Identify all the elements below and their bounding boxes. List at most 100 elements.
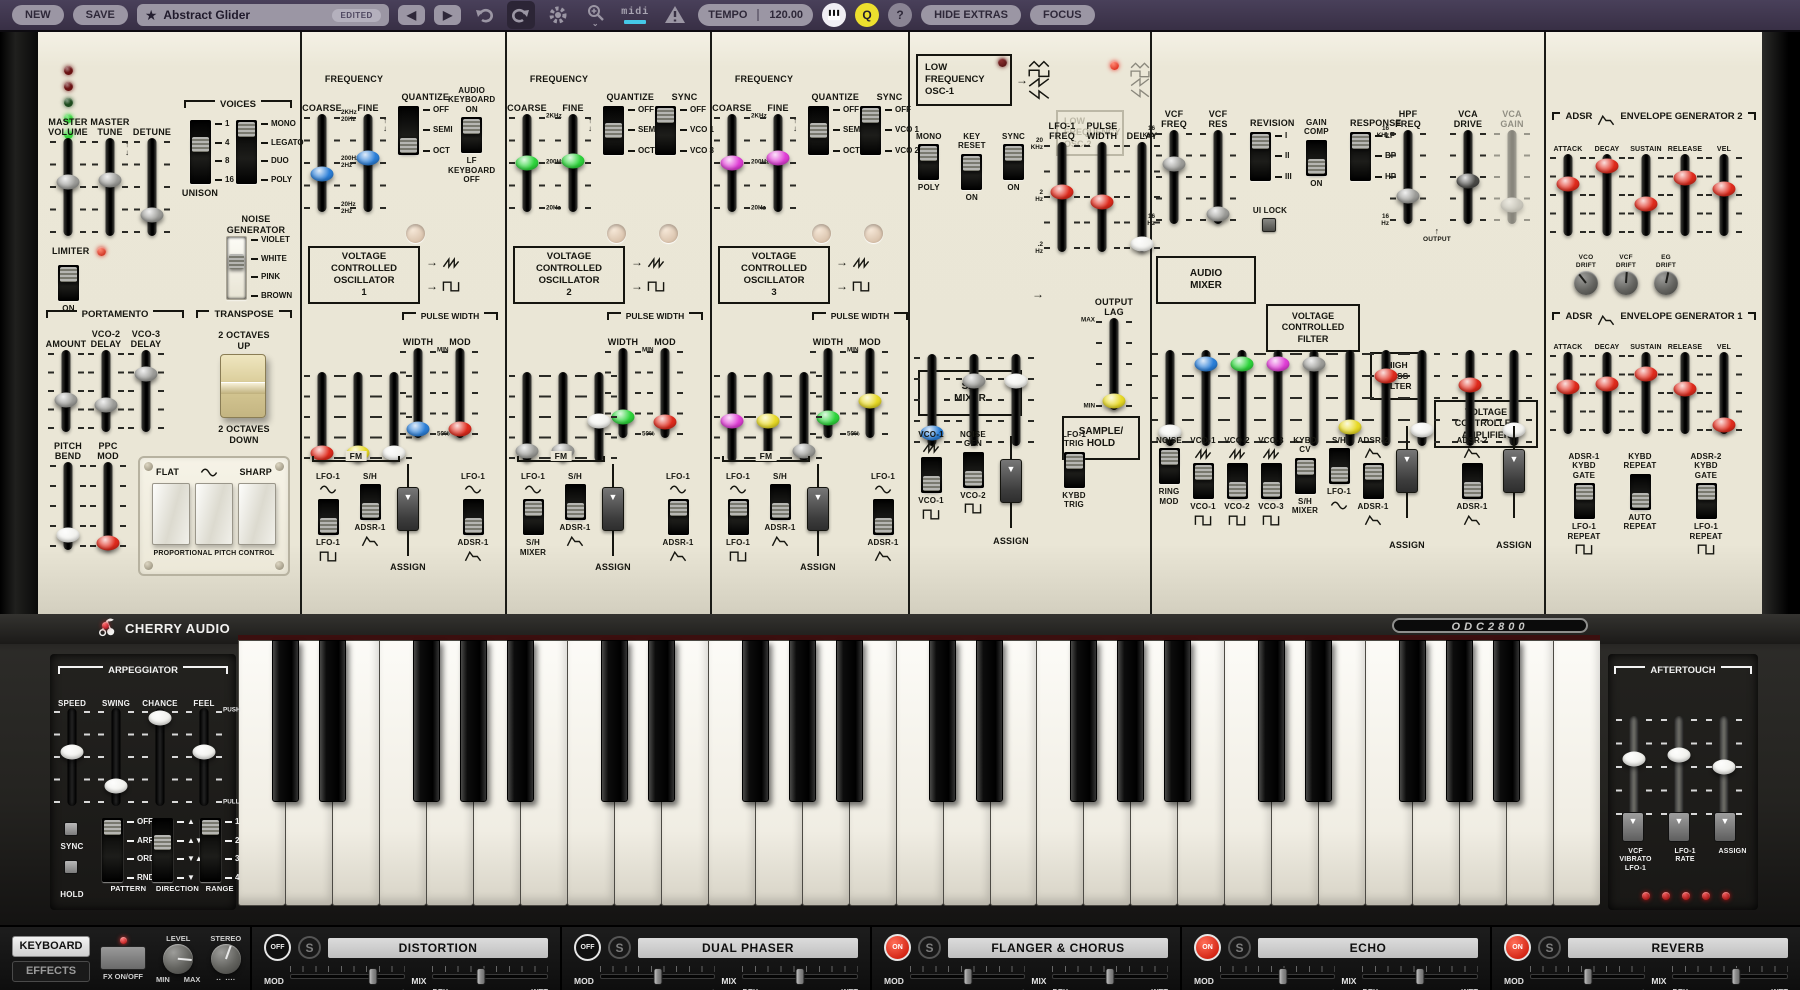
switch-thumb[interactable] <box>1229 482 1246 497</box>
eg-drift-knob[interactable] <box>1654 271 1678 295</box>
slider-track[interactable] <box>1556 355 1580 431</box>
slider-thumb[interactable] <box>859 394 882 409</box>
fx-solo-button[interactable]: S <box>1228 936 1251 959</box>
slider-thumb[interactable] <box>516 156 539 171</box>
slider-track[interactable] <box>1673 157 1697 233</box>
switch-thumb[interactable] <box>1066 454 1083 469</box>
slider-pitch-bend[interactable]: PITCH BEND <box>50 440 86 547</box>
slider-thumb[interactable] <box>95 397 118 412</box>
toggle-switch[interactable] <box>1261 463 1282 499</box>
arp-sync-button[interactable] <box>64 822 78 836</box>
slider-thumb[interactable] <box>963 374 986 389</box>
slider-level[interactable] <box>914 332 950 443</box>
toggle-switch[interactable] <box>1574 483 1595 519</box>
slider-release[interactable]: RELEASE <box>1667 330 1703 431</box>
slider-thumb[interactable] <box>1674 382 1697 397</box>
switch-thumb[interactable] <box>1331 467 1348 482</box>
slider-track[interactable] <box>1456 133 1480 221</box>
vco2-mod3-switch[interactable]: LFO-1ADSR-1 <box>655 472 701 563</box>
slider-level[interactable] <box>1368 328 1404 443</box>
switch-thumb[interactable] <box>670 501 687 516</box>
selector-switch[interactable] <box>398 106 419 155</box>
slider-attack[interactable]: ATTACK <box>1550 132 1586 233</box>
switch-thumb[interactable] <box>1308 159 1325 174</box>
black-key[interactable] <box>413 640 440 802</box>
slider-thumb[interactable] <box>141 207 164 222</box>
toggle-switch[interactable] <box>1630 474 1651 510</box>
slider-level[interactable] <box>1296 328 1332 443</box>
slider-track[interactable] <box>587 375 611 459</box>
black-key[interactable] <box>789 640 816 802</box>
toggle-switch[interactable] <box>873 499 894 535</box>
adsr2-gate-switch[interactable]: ADSR-2 KYBD GATELFO-1 REPEAT <box>1680 452 1732 556</box>
fx-power-button[interactable]: ON <box>1194 934 1221 961</box>
slider-thumb[interactable] <box>99 172 122 187</box>
slider-track[interactable] <box>346 375 370 459</box>
ui-lock-button[interactable] <box>1262 218 1276 232</box>
slider-thumb[interactable] <box>105 779 128 794</box>
slider-attack[interactable]: ATTACK <box>1550 330 1586 431</box>
toggle-switch[interactable] <box>1159 448 1180 484</box>
sh-assign-selector[interactable] <box>999 452 1023 510</box>
slider-track[interactable] <box>94 353 118 429</box>
slider-speed[interactable]: SPEED <box>54 686 90 803</box>
switch-thumb[interactable] <box>923 476 940 491</box>
vco2-mod2-switch[interactable]: S/HADSR-1 <box>555 472 595 548</box>
slider-track[interactable] <box>1712 719 1736 815</box>
switch-thumb[interactable] <box>1632 493 1649 508</box>
lfo-mono-poly-switch[interactable]: MONOPOLY <box>916 132 942 193</box>
switch-thumb[interactable] <box>104 820 121 835</box>
fx-mod-slider[interactable] <box>600 966 716 986</box>
switch-thumb[interactable] <box>1297 460 1314 475</box>
selector-switch[interactable] <box>860 106 881 155</box>
toggle-switch[interactable] <box>1462 463 1483 499</box>
slider-thumb[interactable] <box>1005 374 1028 389</box>
toggle-switch[interactable] <box>461 117 482 153</box>
black-key[interactable] <box>272 640 299 802</box>
preset-display[interactable]: ★ Abstract Glider EDITED <box>137 4 389 26</box>
toggle-switch[interactable] <box>1329 448 1350 484</box>
slider-track[interactable] <box>1158 353 1182 443</box>
switch-thumb[interactable] <box>362 503 379 518</box>
favorite-star-icon[interactable]: ★ <box>145 7 158 24</box>
slider-thumb[interactable] <box>55 393 78 408</box>
slider-thumb[interactable] <box>1457 174 1480 189</box>
slider-level[interactable] <box>1260 328 1296 443</box>
slider-thumb[interactable] <box>357 151 380 166</box>
vco2-sync-switch[interactable]: SYNCOFFVCO 1VCO 3 <box>655 92 714 155</box>
slider-track[interactable]: ↑ ↓ <box>561 117 585 209</box>
limiter-switch[interactable]: ON <box>58 262 79 313</box>
slider-thumb[interactable] <box>721 156 744 171</box>
selector-switch[interactable] <box>190 120 211 184</box>
slider-mod[interactable]: MOD <box>442 326 478 435</box>
slider-feel[interactable]: FEELPUSHPULL <box>186 686 222 803</box>
slider-thumb[interactable] <box>1163 156 1186 171</box>
ppc-sharp-pad[interactable] <box>238 483 276 545</box>
switch-thumb[interactable] <box>463 119 480 134</box>
slider-thumb[interactable] <box>654 415 677 430</box>
fx-mod-slider[interactable] <box>910 966 1026 986</box>
slider-decay[interactable]: DECAY <box>1589 132 1625 233</box>
slider-chance[interactable]: CHANCE <box>142 686 178 803</box>
slider-thumb[interactable] <box>721 414 744 429</box>
switch-thumb[interactable] <box>605 123 622 138</box>
slider-thumb[interactable] <box>1596 159 1619 174</box>
slider-thumb[interactable] <box>1339 419 1362 434</box>
switch-thumb[interactable] <box>154 835 171 850</box>
switch-thumb[interactable] <box>1576 485 1593 500</box>
slider-thumb[interactable] <box>1635 367 1658 382</box>
slider-track[interactable] <box>1004 357 1028 443</box>
level-knob[interactable] <box>163 944 193 974</box>
slider-thumb[interactable] <box>135 367 158 382</box>
vco1-mod2-switch[interactable]: S/HADSR-1 <box>350 472 390 548</box>
vca-mod-switch[interactable]: ADSR-2ADSR-1 <box>1450 436 1494 527</box>
slider-track[interactable] <box>1302 353 1326 443</box>
slider-track[interactable] <box>134 353 158 429</box>
selector-switch[interactable] <box>808 106 829 155</box>
aftertouch-assign-button[interactable]: ▼ <box>1714 812 1736 842</box>
vca-assign-selector[interactable] <box>1502 442 1526 500</box>
switch-thumb[interactable] <box>1698 485 1715 500</box>
switch-thumb[interactable] <box>1464 482 1481 497</box>
slider-track[interactable] <box>792 375 816 459</box>
midi-button[interactable]: midi <box>618 1 652 29</box>
